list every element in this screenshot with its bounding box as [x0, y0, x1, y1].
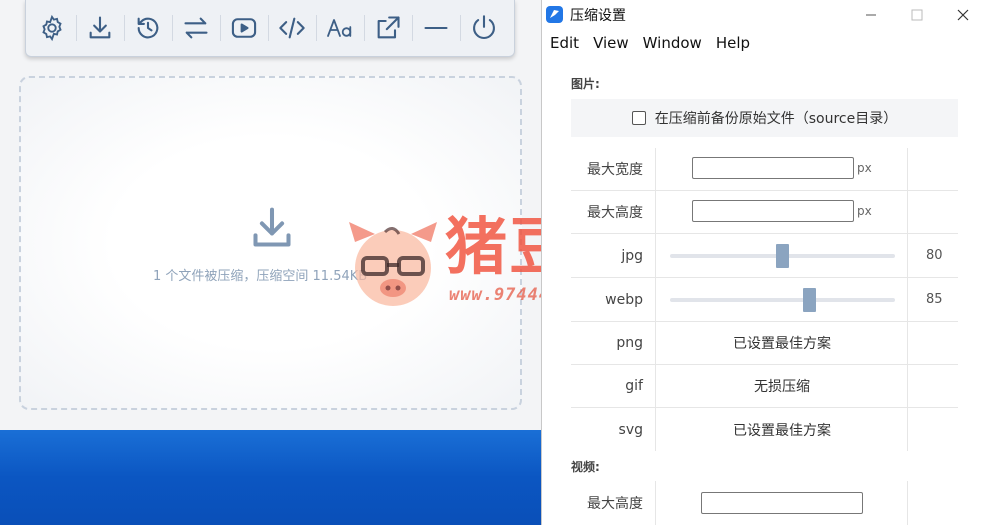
compression-status: 1 个文件被压缩，压缩空间 11.54KB	[153, 269, 368, 284]
window-minimize-button[interactable]	[848, 0, 894, 30]
swap-icon	[184, 17, 208, 39]
gif-row: gif 无损压缩	[571, 365, 958, 408]
max-height-row: 最大高度 px	[571, 191, 958, 234]
app-logo-icon	[546, 6, 563, 23]
minimize-icon	[424, 26, 448, 30]
jpg-value: 80	[907, 234, 958, 277]
font-button[interactable]	[316, 6, 364, 50]
max-height-label: 最大高度	[571, 191, 656, 233]
download-icon	[253, 207, 291, 247]
download-button[interactable]	[76, 6, 124, 50]
history-button[interactable]	[124, 6, 172, 50]
toolbar	[25, 0, 515, 57]
minimize-button[interactable]	[412, 6, 460, 50]
backup-checkbox[interactable]	[631, 111, 646, 125]
video-max-height-row: 最大高度	[571, 481, 958, 525]
window-title: 压缩设置	[570, 8, 626, 24]
settings-button[interactable]	[28, 6, 76, 50]
menu-edit[interactable]: Edit	[542, 30, 579, 58]
svg-row: svg 已设置最佳方案	[571, 408, 958, 451]
max-width-unit: px	[857, 161, 872, 175]
png-value: 已设置最佳方案	[733, 336, 831, 352]
drop-zone[interactable]: 1 个文件被压缩，压缩空间 11.54KB	[19, 76, 522, 410]
desktop-background	[0, 430, 541, 525]
webp-slider-track[interactable]	[670, 298, 895, 302]
gear-icon	[42, 14, 62, 42]
minimize-icon	[866, 14, 876, 16]
max-height-unit: px	[857, 204, 872, 218]
power-button[interactable]	[460, 6, 508, 50]
compressor-app: 1 个文件被压缩，压缩空间 11.54KB	[0, 0, 541, 430]
gif-value: 无损压缩	[754, 379, 810, 395]
menu-view[interactable]: View	[585, 30, 629, 58]
power-icon	[473, 15, 495, 39]
download-icon	[89, 16, 111, 39]
webp-label: webp	[571, 278, 656, 321]
video-button[interactable]	[220, 6, 268, 50]
maximize-icon	[911, 9, 923, 21]
max-height-input[interactable]	[692, 200, 854, 222]
code-icon	[279, 17, 305, 39]
gif-label: gif	[571, 365, 656, 407]
video-max-height-input[interactable]	[701, 492, 863, 514]
max-width-input[interactable]	[692, 157, 854, 179]
svg-value: 已设置最佳方案	[733, 422, 831, 439]
video-max-height-label: 最大高度	[571, 481, 656, 525]
max-width-label: 最大宽度	[571, 148, 656, 190]
png-label: png	[571, 322, 656, 364]
menu-bar: Edit View Window Help	[542, 30, 985, 58]
png-row: png 已设置最佳方案	[571, 322, 958, 365]
jpg-label: jpg	[571, 234, 656, 277]
webp-slider-thumb[interactable]	[803, 288, 816, 312]
menu-help[interactable]: Help	[708, 30, 750, 58]
jpg-slider-thumb[interactable]	[776, 244, 789, 268]
backup-label: 在压缩前备份原始文件（source目录）	[654, 111, 898, 127]
swap-button[interactable]	[172, 6, 220, 50]
jpg-quality-row: jpg 80	[571, 234, 958, 278]
backup-option[interactable]: 在压缩前备份原始文件（source目录）	[571, 99, 958, 137]
webp-quality-row: webp 85	[571, 278, 958, 322]
share-button[interactable]	[364, 6, 412, 50]
menu-window[interactable]: Window	[635, 30, 702, 58]
image-section-label: 图片:	[571, 77, 600, 91]
history-icon	[137, 17, 159, 39]
webp-value: 85	[907, 278, 958, 321]
settings-window: 压缩设置 Edit View Window Help 图片: 在压缩前备份原始文…	[541, 0, 985, 525]
max-width-row: 最大宽度 px	[571, 148, 958, 191]
code-button[interactable]	[268, 6, 316, 50]
video-section-label: 视频:	[571, 460, 600, 474]
font-icon	[327, 19, 352, 37]
window-close-button[interactable]	[940, 0, 985, 30]
window-maximize-button[interactable]	[894, 0, 940, 30]
close-icon	[957, 9, 969, 21]
play-icon	[231, 18, 257, 38]
svg-label: svg	[571, 408, 656, 451]
share-icon	[377, 16, 400, 39]
title-bar: 压缩设置	[542, 0, 985, 30]
